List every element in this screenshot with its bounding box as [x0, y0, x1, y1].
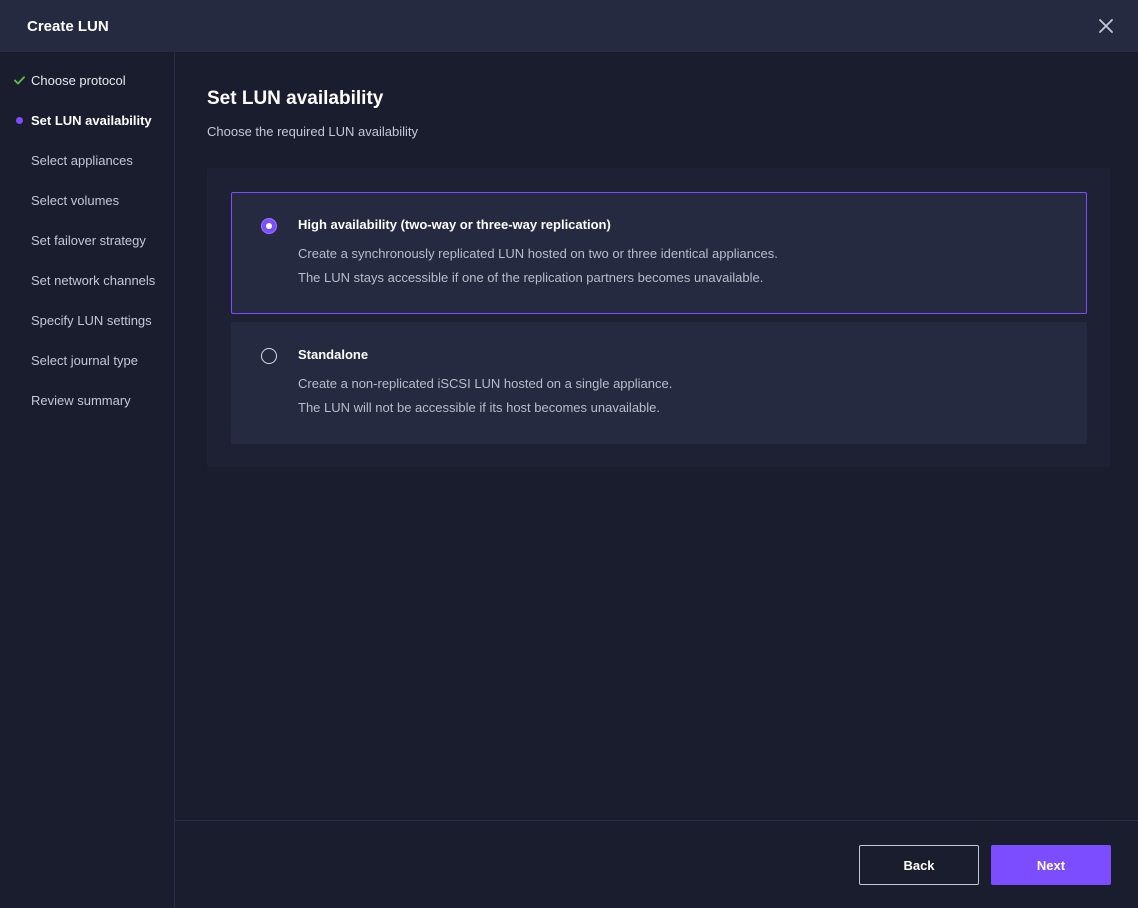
- radio-button[interactable]: [261, 348, 277, 364]
- dialog-footer: Back Next: [175, 820, 1138, 908]
- step-set-failover-strategy[interactable]: Set failover strategy: [0, 220, 174, 260]
- option-description: The LUN will not be accessible if its ho…: [298, 400, 661, 415]
- option-title: Standalone: [298, 347, 369, 362]
- option-standalone[interactable]: Standalone Create a non-replicated iSCSI…: [231, 322, 1087, 444]
- step-set-network-channels[interactable]: Set network channels: [0, 260, 174, 300]
- step-choose-protocol[interactable]: Choose protocol: [0, 60, 174, 100]
- step-label: Set LUN availability: [31, 112, 152, 128]
- step-label: Select appliances: [31, 152, 133, 168]
- option-description: The LUN stays accessible if one of the r…: [298, 270, 764, 285]
- option-description: Create a non-replicated iSCSI LUN hosted…: [298, 376, 673, 391]
- step-select-journal-type[interactable]: Select journal type: [0, 340, 174, 380]
- step-specify-lun-settings[interactable]: Specify LUN settings: [0, 300, 174, 340]
- option-description: Create a synchronously replicated LUN ho…: [298, 246, 778, 261]
- back-button[interactable]: Back: [859, 845, 979, 885]
- step-select-appliances[interactable]: Select appliances: [0, 140, 174, 180]
- step-select-volumes[interactable]: Select volumes: [0, 180, 174, 220]
- close-icon: [1099, 19, 1113, 33]
- main-content: Set LUN availability Choose the required…: [175, 52, 1138, 820]
- option-high-availability[interactable]: High availability (two-way or three-way …: [231, 192, 1087, 314]
- radio-button-checked[interactable]: [261, 218, 277, 234]
- step-review-summary[interactable]: Review summary: [0, 380, 174, 420]
- step-label: Set network channels: [31, 272, 156, 288]
- dialog-header: Create LUN: [0, 0, 1138, 52]
- step-label: Review summary: [31, 392, 131, 408]
- next-button[interactable]: Next: [991, 845, 1111, 885]
- step-set-lun-availability[interactable]: Set LUN availability: [0, 100, 174, 140]
- check-icon: [13, 74, 25, 86]
- page-subtitle: Choose the required LUN availability: [207, 124, 419, 139]
- step-label: Select journal type: [31, 352, 138, 368]
- dot-icon: [13, 114, 25, 126]
- wizard-steps: Choose protocol Set LUN availability Sel…: [0, 52, 175, 908]
- step-label: Set failover strategy: [31, 232, 146, 248]
- page-title: Set LUN availability: [207, 88, 384, 109]
- step-label: Choose protocol: [31, 72, 126, 88]
- availability-options: High availability (two-way or three-way …: [207, 168, 1110, 467]
- dialog-title: Create LUN: [27, 17, 109, 35]
- step-label: Specify LUN settings: [31, 312, 152, 328]
- option-title: High availability (two-way or three-way …: [298, 217, 611, 232]
- step-label: Select volumes: [31, 192, 120, 208]
- close-button[interactable]: [1094, 14, 1118, 38]
